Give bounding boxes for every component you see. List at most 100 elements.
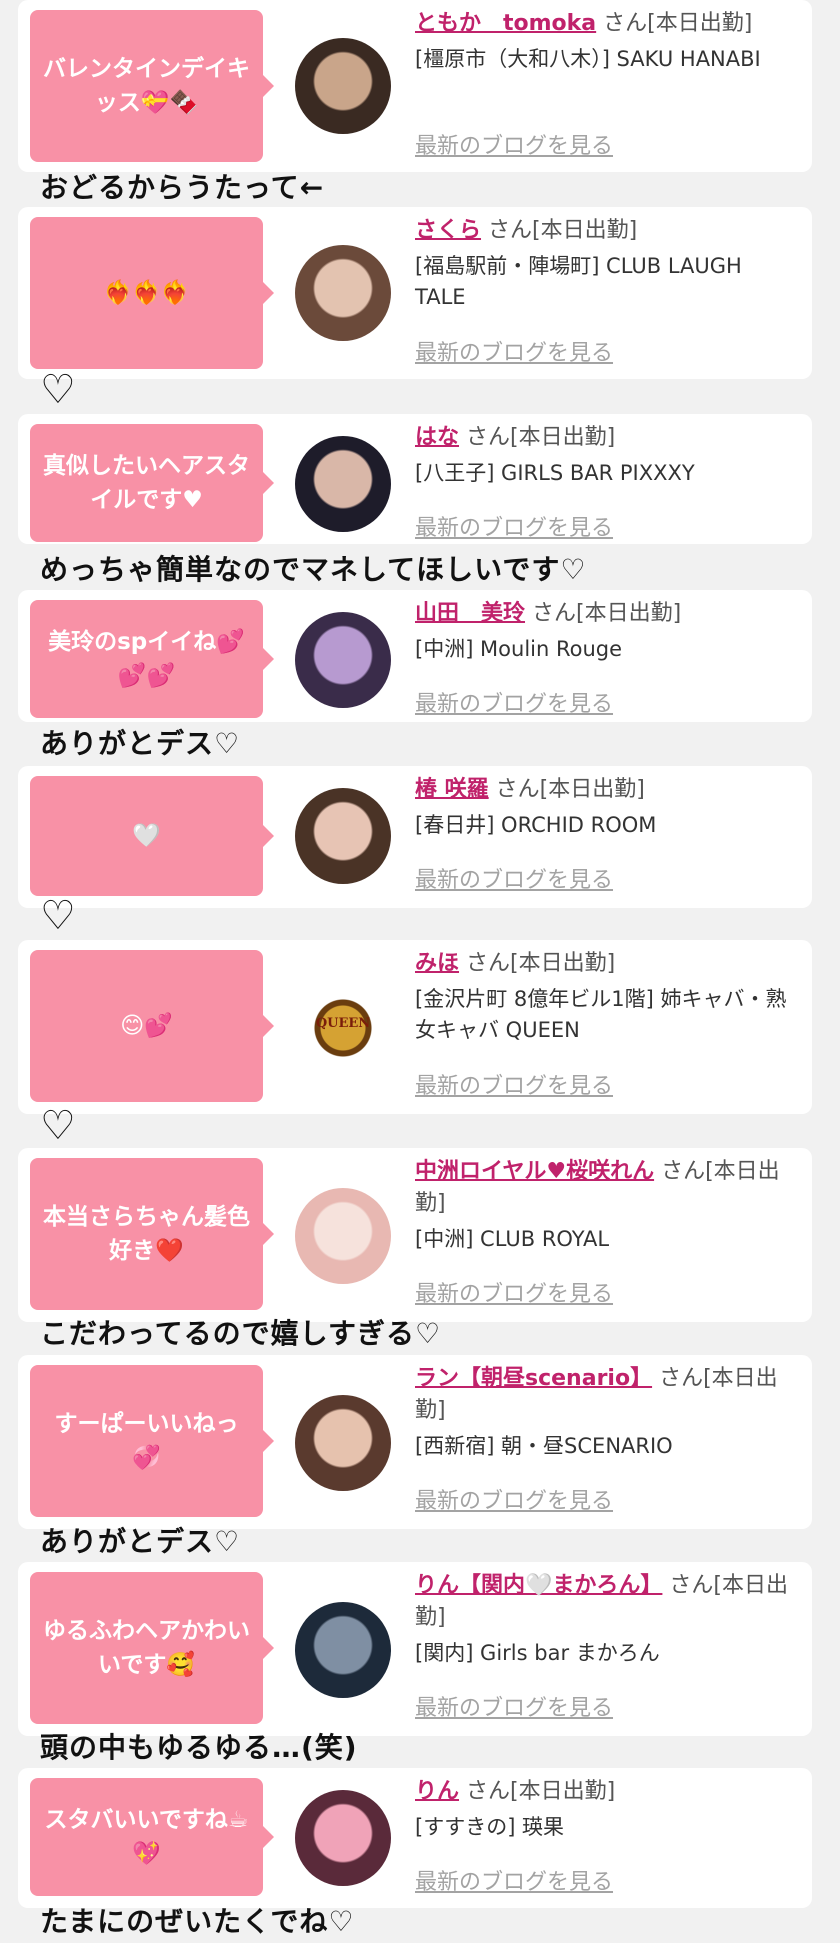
message-text: すーぱーいいねっ💞 [54, 1411, 239, 1471]
shop-name: [中洲] Moulin Rouge [415, 637, 623, 661]
blog-link[interactable]: 最新のブログを見る [415, 1276, 613, 1308]
cast-name-link[interactable]: はな [415, 425, 459, 450]
message-text: 😊💕 [120, 1013, 173, 1039]
message-bubble: 😊💕 [30, 950, 274, 1102]
blog-link[interactable]: 最新のブログを見る [415, 510, 613, 542]
handwritten-heart: ♡ [40, 1103, 76, 1149]
blog-link[interactable]: 最新のブログを見る [415, 128, 613, 160]
shop-name: [春日井] ORCHID ROOM [415, 813, 657, 837]
info-block: みほ さん[本日出勤] [金沢片町 8億年ビル1階] 姉キャバ・熟女キャバ QU… [415, 948, 798, 1046]
handwritten-note: めっちゃ簡単なのでマネしてほしいです♡ [40, 553, 587, 586]
info-block: りん さん[本日出勤] [すすきの] 瑛果 [415, 1776, 798, 1843]
shop-logo-avatar[interactable]: QUEEN [295, 980, 391, 1076]
name-line: りん さん[本日出勤] [415, 1776, 798, 1808]
message-card: 本当さらちゃん髪色好き❤️ 中洲ロイヤル♥桜咲れん さん[本日出勤] [中洲] … [18, 1148, 812, 1322]
message-bubble: ❤️‍🔥❤️‍🔥❤️‍🔥 [30, 217, 274, 369]
message-text: 真似したいヘアスタイルです♥ [43, 453, 250, 513]
cast-name-link[interactable]: さくら [415, 218, 481, 243]
cast-status: さん[本日出勤] [488, 218, 638, 243]
info-block: りん【関内🤍まかろん】 さん[本日出勤] [関内] Girls bar まかろん [415, 1570, 798, 1669]
cast-status: さん[本日出勤] [532, 601, 682, 626]
message-bubble: 真似したいヘアスタイルです♥ [30, 424, 274, 542]
cast-name-link[interactable]: りん [415, 1779, 459, 1804]
blog-link[interactable]: 最新のブログを見る [415, 335, 613, 367]
avatar[interactable] [295, 1790, 391, 1886]
handwritten-note: ありがとデス♡ [40, 1525, 241, 1558]
message-bubble: スタバいいですね☕💖 [30, 1778, 274, 1896]
shop-name: [関内] Girls bar まかろん [415, 1641, 660, 1665]
blog-link[interactable]: 最新のブログを見る [415, 1483, 613, 1515]
avatar[interactable] [295, 1188, 391, 1284]
cast-status: さん[本日出勤] [466, 1779, 616, 1804]
handwritten-note: こだわってるので嬉しすぎる♡ [40, 1317, 442, 1350]
info-block: ラン【朝昼scenario】 さん[本日出勤] [西新宿] 朝・昼SCENARI… [415, 1363, 798, 1462]
name-line: はな さん[本日出勤] [415, 422, 798, 454]
name-line: さくら さん[本日出勤] [415, 215, 798, 247]
shop-name: [八王子] GIRLS BAR PIXXXY [415, 461, 695, 485]
message-card: バレンタインデイキッス💝🍫 ともか tomoka さん[本日出勤] [橿原市（大… [18, 0, 812, 172]
blog-link[interactable]: 最新のブログを見る [415, 862, 613, 894]
name-line: ともか tomoka さん[本日出勤] [415, 8, 798, 40]
cast-name-link[interactable]: 山田 美玲 [415, 601, 525, 626]
avatar[interactable] [295, 1395, 391, 1491]
cast-status: さん[本日出勤] [495, 777, 645, 802]
cast-name-link[interactable]: ともか tomoka [415, 11, 596, 36]
message-card: 真似したいヘアスタイルです♥ はな さん[本日出勤] [八王子] GIRLS B… [18, 414, 812, 544]
message-card: 美玲のspイイね💕💕💕 山田 美玲 さん[本日出勤] [中洲] Moulin R… [18, 590, 812, 722]
message-list: バレンタインデイキッス💝🍫 ともか tomoka さん[本日出勤] [橿原市（大… [0, 0, 840, 1943]
info-block: 椿 咲羅 さん[本日出勤] [春日井] ORCHID ROOM [415, 774, 798, 841]
blog-link[interactable]: 最新のブログを見る [415, 1068, 613, 1100]
message-text: 美玲のspイイね💕💕💕 [48, 629, 245, 689]
name-line: ラン【朝昼scenario】 さん[本日出勤] [415, 1363, 798, 1427]
cast-name-link[interactable]: りん【関内🤍まかろん】 [415, 1573, 662, 1598]
shop-name: [すすきの] 瑛果 [415, 1815, 565, 1839]
name-line: 中洲ロイヤル♥桜咲れん さん[本日出勤] [415, 1156, 798, 1220]
shop-name: [金沢片町 8億年ビル1階] 姉キャバ・熟女キャバ QUEEN [415, 987, 787, 1042]
cast-name-link[interactable]: みほ [415, 951, 459, 976]
cast-status: さん[本日出勤] [466, 951, 616, 976]
avatar[interactable] [295, 788, 391, 884]
blog-link[interactable]: 最新のブログを見る [415, 686, 613, 718]
avatar[interactable] [295, 436, 391, 532]
handwritten-heart: ♡ [40, 893, 76, 939]
message-text: ❤️‍🔥❤️‍🔥❤️‍🔥 [103, 280, 190, 306]
message-bubble: 本当さらちゃん髪色好き❤️ [30, 1158, 274, 1310]
blog-link[interactable]: 最新のブログを見る [415, 1690, 613, 1722]
info-block: さくら さん[本日出勤] [福島駅前・陣場町] CLUB LAUGH TALE [415, 215, 798, 313]
avatar[interactable] [295, 245, 391, 341]
shop-name: [橿原市（大和八木）] SAKU HANABI [415, 47, 761, 71]
avatar[interactable] [295, 38, 391, 134]
message-text: 本当さらちゃん髪色好き❤️ [43, 1204, 250, 1264]
message-text: 🤍 [132, 823, 161, 849]
handwritten-note: ありがとデス♡ [40, 727, 241, 760]
info-block: 中洲ロイヤル♥桜咲れん さん[本日出勤] [中洲] CLUB ROYAL [415, 1156, 798, 1255]
cast-name-link[interactable]: 中洲ロイヤル♥桜咲れん [415, 1159, 654, 1184]
handwritten-note: 頭の中もゆるゆる…(笑) [40, 1731, 358, 1764]
cast-name-link[interactable]: ラン【朝昼scenario】 [415, 1366, 652, 1391]
message-text: バレンタインデイキッス💝🍫 [43, 56, 250, 116]
blog-link[interactable]: 最新のブログを見る [415, 1864, 613, 1896]
handwritten-note: たまにのぜいたくでね♡ [40, 1905, 355, 1938]
shop-name: [西新宿] 朝・昼SCENARIO [415, 1434, 673, 1458]
avatar[interactable] [295, 1602, 391, 1698]
message-bubble: すーぱーいいねっ💞 [30, 1365, 274, 1517]
shop-name: [中洲] CLUB ROYAL [415, 1227, 610, 1251]
message-card: ゆるふわヘアかわいいです🥰 りん【関内🤍まかろん】 さん[本日出勤] [関内] … [18, 1562, 812, 1736]
cast-status: さん[本日出勤] [466, 425, 616, 450]
name-line: みほ さん[本日出勤] [415, 948, 798, 980]
handwritten-heart: ♡ [40, 367, 76, 413]
message-bubble: 美玲のspイイね💕💕💕 [30, 600, 274, 718]
message-card: すーぱーいいねっ💞 ラン【朝昼scenario】 さん[本日出勤] [西新宿] … [18, 1355, 812, 1529]
name-line: 椿 咲羅 さん[本日出勤] [415, 774, 798, 806]
message-card: 😊💕 QUEEN みほ さん[本日出勤] [金沢片町 8億年ビル1階] 姉キャバ… [18, 940, 812, 1114]
handwritten-note: おどるからうたって← [40, 171, 325, 204]
cast-status: さん[本日出勤] [603, 11, 753, 36]
message-bubble: 🤍 [30, 776, 274, 896]
info-block: はな さん[本日出勤] [八王子] GIRLS BAR PIXXXY [415, 422, 798, 489]
message-card: ❤️‍🔥❤️‍🔥❤️‍🔥 さくら さん[本日出勤] [福島駅前・陣場町] CLU… [18, 207, 812, 379]
logo-text: QUEEN [315, 1016, 371, 1031]
avatar[interactable] [295, 612, 391, 708]
message-bubble: ゆるふわヘアかわいいです🥰 [30, 1572, 274, 1724]
cast-name-link[interactable]: 椿 咲羅 [415, 777, 489, 802]
name-line: りん【関内🤍まかろん】 さん[本日出勤] [415, 1570, 798, 1634]
